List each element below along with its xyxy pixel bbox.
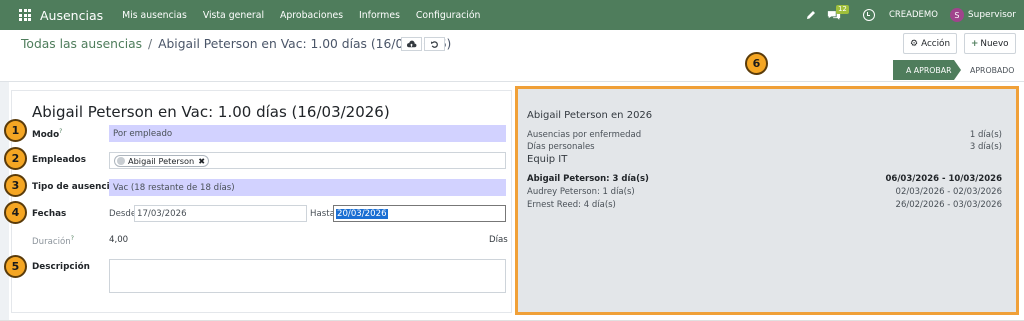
menu-item-aprobaciones[interactable]: Aprobaciones — [280, 10, 343, 21]
gear-icon: ⚙ — [910, 38, 919, 49]
summary-value: 3 día(s) — [969, 142, 1002, 152]
new-button[interactable]: + Nuevo — [964, 33, 1016, 54]
team-row: Abigail Peterson: 3 día(s) 06/03/2026 - … — [527, 174, 1002, 184]
description-label: Descripción — [32, 262, 90, 272]
mode-label: Modo? — [32, 128, 63, 140]
clock-icon[interactable] — [862, 9, 875, 21]
date-from-input[interactable]: 17/03/2026 — [134, 205, 307, 222]
save-button[interactable] — [401, 37, 422, 51]
employee-tag-label: Abigail Peterson — [128, 155, 195, 166]
team-member: Ernest Reed: 4 día(s) — [527, 200, 616, 210]
employees-field[interactable]: Abigail Peterson ✖ — [109, 152, 506, 169]
statusbar: A APROBAR APROBADO — [0, 58, 1024, 82]
stage-a-aprobar[interactable]: A APROBAR — [893, 60, 961, 80]
annotation-badge-6: 6 — [745, 52, 768, 75]
annotation-badge-1: 1 — [4, 119, 27, 142]
annotation-badge-4: 4 — [4, 201, 27, 224]
team-member: Audrey Peterson: 1 día(s) — [527, 187, 635, 197]
summary-label: Ausencias por enfermedad — [527, 130, 642, 140]
app-name[interactable]: Ausencias — [40, 8, 103, 23]
discard-button[interactable] — [424, 37, 445, 51]
breadcrumb-separator: / — [148, 37, 153, 51]
to-label: Hasta — [310, 209, 335, 219]
duration-label: Duración? — [32, 235, 74, 247]
duration-unit: Días — [489, 235, 508, 245]
control-panel: Todas las ausencias / Abigail Peterson e… — [0, 30, 1024, 58]
stage-aprobado[interactable]: APROBADO — [970, 66, 1014, 75]
date-to-value: 20/03/2026 — [336, 208, 388, 219]
main-menu: Mis ausencias Vista general Aprobaciones… — [122, 10, 496, 21]
annotation-badge-5: 5 — [4, 255, 27, 278]
cloud-upload-icon — [406, 40, 417, 47]
menu-item-configuracion[interactable]: Configuración — [416, 10, 481, 21]
team-member: Abigail Peterson: 3 día(s) — [527, 174, 649, 184]
leave-type-label: Tipo de ausencia — [32, 182, 116, 192]
team-range: 02/03/2026 - 02/03/2026 — [895, 187, 1002, 197]
summary-label: Días personales — [527, 142, 595, 152]
team-range: 26/02/2026 - 03/03/2026 — [895, 200, 1002, 210]
chat-count-badge: 12 — [835, 5, 849, 14]
action-label: Acción — [921, 38, 951, 49]
avatar[interactable]: S — [949, 8, 964, 22]
left-sidebar-edge — [0, 82, 9, 321]
apps-grid-icon[interactable] — [19, 9, 31, 21]
mode-field[interactable]: Por empleado — [109, 125, 506, 142]
help-icon[interactable]: ? — [59, 128, 62, 135]
employee-tag[interactable]: Abigail Peterson ✖ — [114, 154, 210, 167]
team-row: Audrey Peterson: 1 día(s) 02/03/2026 - 0… — [527, 187, 1002, 197]
employee-avatar — [117, 156, 125, 165]
team-range: 06/03/2026 - 10/03/2026 — [885, 174, 1003, 184]
employees-label: Empleados — [32, 155, 86, 165]
summary-row: Días personales 3 día(s) — [527, 142, 1002, 152]
plus-icon: + — [971, 38, 979, 49]
team-row: Ernest Reed: 4 día(s) 26/02/2026 - 03/03… — [527, 200, 1002, 210]
summary-title: Abigail Peterson en 2026 — [527, 110, 653, 121]
menu-item-vista-general[interactable]: Vista general — [203, 10, 264, 21]
menu-item-mis-ausencias[interactable]: Mis ausencias — [122, 10, 187, 21]
description-textarea[interactable] — [109, 259, 506, 293]
remove-tag-icon[interactable]: ✖ — [198, 156, 205, 166]
pencil-icon[interactable] — [804, 8, 818, 22]
database-name: CREADEMO — [888, 10, 938, 20]
chat-button[interactable]: 12 — [827, 5, 849, 23]
undo-icon — [431, 40, 438, 48]
summary-value: 1 día(s) — [969, 130, 1002, 140]
dates-label: Fechas — [32, 209, 67, 219]
help-icon[interactable]: ? — [71, 235, 74, 242]
action-button[interactable]: ⚙ Acción — [903, 33, 958, 54]
from-label: Desde — [109, 209, 137, 219]
date-to-input[interactable]: 20/03/2026 — [333, 205, 506, 222]
user-menu[interactable]: Supervisor — [968, 10, 1016, 20]
leave-type-field[interactable]: Vac (18 restante de 18 días) — [109, 179, 506, 196]
new-label: Nuevo — [980, 38, 1009, 49]
top-navbar: Ausencias Mis ausencias Vista general Ap… — [0, 0, 1024, 30]
menu-item-informes[interactable]: Informes — [359, 10, 400, 21]
navbar-systray: 12 CREADEMO S Supervisor — [804, 0, 1024, 30]
annotation-badge-2: 2 — [4, 147, 27, 170]
summary-row: Ausencias por enfermedad 1 día(s) — [527, 130, 1002, 140]
breadcrumb: Todas las ausencias / Abigail Peterson e… — [21, 37, 451, 51]
annotation-badge-3: 3 — [4, 174, 27, 197]
record-title: Abigail Peterson en Vac: 1.00 días (16/0… — [32, 103, 390, 121]
duration-value[interactable]: 4,00 — [109, 235, 128, 245]
team-heading: Equip IT — [527, 154, 568, 165]
breadcrumb-parent[interactable]: Todas las ausencias — [21, 37, 142, 51]
